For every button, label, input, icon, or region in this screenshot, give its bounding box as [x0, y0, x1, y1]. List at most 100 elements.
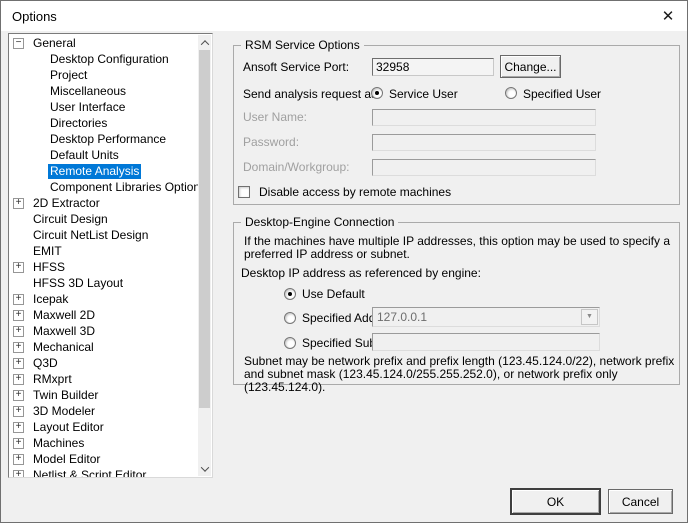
- use-default-radio[interactable]: [284, 288, 296, 300]
- tree-item-user-interface[interactable]: User Interface: [9, 99, 198, 115]
- expand-icon[interactable]: +: [13, 310, 24, 321]
- expand-icon[interactable]: +: [13, 406, 24, 417]
- tree-item-model-editor[interactable]: + Model Editor: [9, 451, 198, 467]
- password-input: [372, 134, 596, 151]
- tree-item-desktop-performance[interactable]: Desktop Performance: [9, 131, 198, 147]
- combo-dropdown-icon: ▼: [581, 309, 598, 325]
- scrollbar-up-button[interactable]: [198, 35, 211, 50]
- tree-item-hfss[interactable]: +HFSS: [9, 259, 198, 275]
- tree-item-label: 3D Modeler: [31, 404, 97, 419]
- expand-icon[interactable]: +: [13, 342, 24, 353]
- expand-icon[interactable]: +: [13, 390, 24, 401]
- tree-item-label: Circuit NetList Design: [31, 228, 150, 243]
- scrollbar-thumb[interactable]: [199, 50, 210, 408]
- tree-item-label: Remote Analysis: [48, 164, 141, 179]
- expand-icon[interactable]: +: [13, 422, 24, 433]
- expand-icon[interactable]: +: [13, 262, 24, 273]
- tree-item-label: Component Libraries Options: [48, 180, 208, 195]
- password-label: Password:: [243, 134, 299, 150]
- tree-item-label: Icepak: [31, 292, 70, 307]
- service-user-radio[interactable]: [371, 87, 383, 99]
- ok-button[interactable]: OK: [511, 489, 600, 514]
- expand-icon[interactable]: +: [13, 326, 24, 337]
- specified-address-radio[interactable]: [284, 312, 296, 324]
- expand-icon[interactable]: +: [13, 438, 24, 449]
- specified-subnet-input: [372, 333, 600, 351]
- tree-item-label: HFSS 3D Layout: [31, 276, 125, 291]
- expand-icon[interactable]: +: [13, 358, 24, 369]
- specified-user-radio[interactable]: [505, 87, 517, 99]
- subnet-note-text: Subnet may be network prefix and prefix …: [244, 355, 677, 394]
- expand-icon[interactable]: +: [13, 454, 24, 465]
- tree-item-twin-builder[interactable]: + Twin Builder: [9, 387, 198, 403]
- tree-item-label: Netlist & Script Editor: [31, 468, 148, 479]
- domain-workgroup-label: Domain/Workgroup:: [243, 159, 350, 175]
- use-default-radio-label[interactable]: Use Default: [302, 286, 365, 302]
- collapse-icon[interactable]: −: [13, 38, 24, 49]
- engine-intro-text: If the machines have multiple IP address…: [244, 235, 671, 261]
- tree-item-general[interactable]: −General: [9, 35, 198, 51]
- expand-icon[interactable]: +: [13, 374, 24, 385]
- options-category-tree: −GeneralDesktop ConfigurationProjectMisc…: [8, 33, 213, 478]
- tree-item-label: Circuit Design: [31, 212, 110, 227]
- scrollbar-down-button[interactable]: [198, 461, 211, 476]
- desktop-ip-label: Desktop IP address as referenced by engi…: [241, 265, 481, 281]
- tree-item-icepak[interactable]: + Icepak: [9, 291, 198, 307]
- disable-remote-access-checkbox[interactable]: [238, 186, 250, 198]
- close-button[interactable]: ✕: [653, 3, 683, 29]
- tree-item-hfss-3d-layout[interactable]: HFSS 3D Layout: [9, 275, 198, 291]
- tree-item-label: Model Editor: [31, 452, 102, 467]
- service-user-radio-label[interactable]: Service User: [389, 86, 458, 102]
- tree-item-circuit-design[interactable]: Circuit Design: [9, 211, 198, 227]
- rsm-group-title: RSM Service Options: [241, 38, 364, 53]
- tree-item-mechanical[interactable]: + Mechanical: [9, 339, 198, 355]
- close-icon: ✕: [662, 7, 675, 25]
- disable-remote-access-label[interactable]: Disable access by remote machines: [259, 184, 451, 200]
- service-port-input[interactable]: [372, 58, 494, 76]
- expand-icon[interactable]: +: [13, 470, 24, 479]
- titlebar: Options ✕: [1, 1, 687, 31]
- tree-item-remote-analysis[interactable]: Remote Analysis: [9, 163, 198, 179]
- tree-item-emit[interactable]: EMIT: [9, 243, 198, 259]
- service-port-label: Ansoft Service Port:: [243, 59, 349, 75]
- tree-item-label: Project: [48, 68, 89, 83]
- tree-item-label: Miscellaneous: [48, 84, 128, 99]
- expand-icon[interactable]: +: [13, 198, 24, 209]
- tree-item-3d-modeler[interactable]: +3D Modeler: [9, 403, 198, 419]
- tree-item-label: Default Units: [48, 148, 121, 163]
- tree-item-label: Mechanical: [31, 340, 96, 355]
- tree-item-label: Directories: [48, 116, 109, 131]
- specified-user-radio-label[interactable]: Specified User: [523, 86, 601, 102]
- specified-subnet-radio[interactable]: [284, 337, 296, 349]
- tree-item-label: Machines: [31, 436, 86, 451]
- tree-item-label: Q3D: [31, 356, 60, 371]
- tree-scrollbar[interactable]: [198, 35, 211, 476]
- tree-item-machines[interactable]: + Machines: [9, 435, 198, 451]
- tree-item-circuit-netlist-design[interactable]: Circuit NetList Design: [9, 227, 198, 243]
- tree-item-maxwell-2d[interactable]: +Maxwell 2D: [9, 307, 198, 323]
- tree-item-label: Desktop Configuration: [48, 52, 171, 67]
- tree-item-label: Desktop Performance: [48, 132, 168, 147]
- tree-item-q3d[interactable]: + Q3D: [9, 355, 198, 371]
- tree-item-project[interactable]: Project: [9, 67, 198, 83]
- engine-group-title: Desktop-Engine Connection: [241, 215, 398, 230]
- change-port-button[interactable]: Change...: [500, 55, 561, 78]
- cancel-button[interactable]: Cancel: [608, 489, 673, 514]
- tree-item-label: Twin Builder: [31, 388, 100, 403]
- tree-item-miscellaneous[interactable]: Miscellaneous: [9, 83, 198, 99]
- tree-item-component-libraries-options[interactable]: Component Libraries Options: [9, 179, 198, 195]
- tree-item-netlist-script-editor[interactable]: + Netlist & Script Editor: [9, 467, 198, 478]
- rsm-service-options-group: RSM Service Options Ansoft Service Port:…: [233, 45, 680, 205]
- tree-item-layout-editor[interactable]: +Layout Editor: [9, 419, 198, 435]
- expand-icon[interactable]: +: [13, 294, 24, 305]
- tree-item-directories[interactable]: Directories: [9, 115, 198, 131]
- tree-item-rmxprt[interactable]: + RMxprt: [9, 371, 198, 387]
- tree-item-desktop-configuration[interactable]: Desktop Configuration: [9, 51, 198, 67]
- tree-item-maxwell-3d[interactable]: +Maxwell 3D: [9, 323, 198, 339]
- tree-item-label: RMxprt: [31, 372, 74, 387]
- user-name-label: User Name:: [243, 109, 307, 125]
- tree-item-label: 2D Extractor: [31, 196, 102, 211]
- dialog-title: Options: [12, 9, 57, 24]
- tree-item-2d-extractor[interactable]: +2D Extractor: [9, 195, 198, 211]
- tree-item-default-units[interactable]: Default Units: [9, 147, 198, 163]
